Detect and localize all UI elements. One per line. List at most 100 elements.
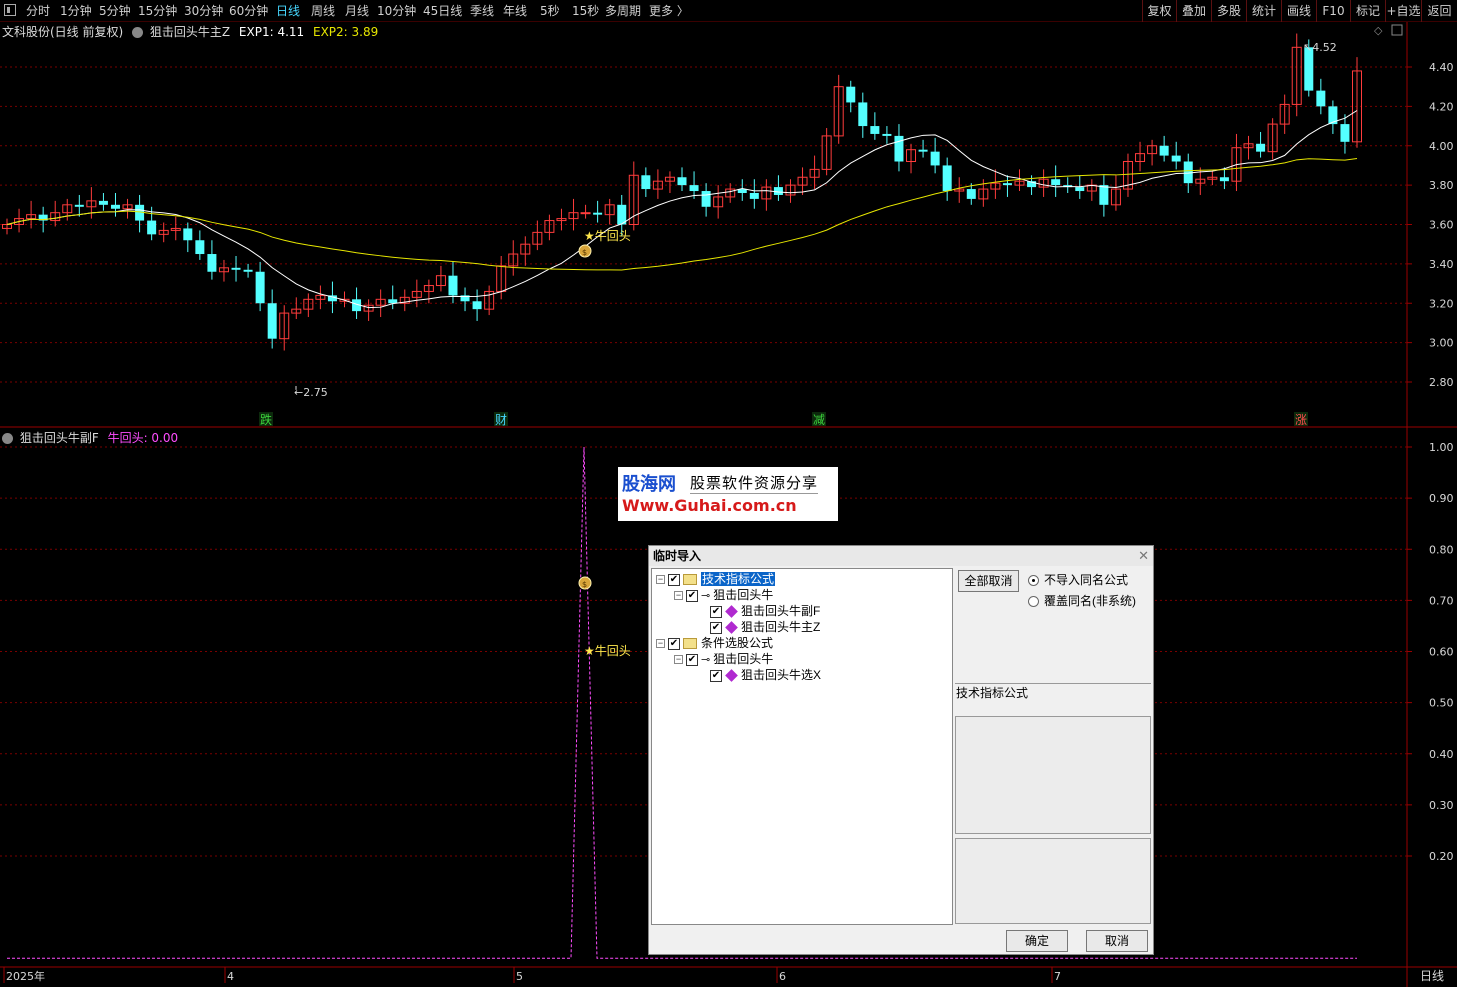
event-mark: 跌 bbox=[260, 412, 272, 427]
cancel-all-button[interactable]: 全部取消 bbox=[958, 570, 1019, 592]
candle-body-down bbox=[701, 191, 711, 207]
tree-checkbox-5[interactable]: ✔ bbox=[668, 637, 680, 650]
toolbar-button-2[interactable]: 叠加 bbox=[1176, 0, 1211, 22]
period-1[interactable]: 分时 bbox=[26, 2, 50, 20]
tree-checkbox-7[interactable]: ✔ bbox=[710, 669, 722, 682]
candle-body-down bbox=[207, 254, 217, 272]
tree-node-5[interactable]: − ✔ 条件选股公式 bbox=[656, 635, 773, 651]
menu-icon[interactable] bbox=[4, 4, 16, 16]
formula-icon bbox=[725, 605, 738, 619]
tree-checkbox-3[interactable]: ✔ bbox=[710, 605, 722, 618]
sub-tick-label: 1.00 bbox=[1429, 441, 1454, 454]
period-7[interactable]: 日线 bbox=[276, 2, 300, 20]
radio-overwrite-icon[interactable] bbox=[1028, 596, 1039, 608]
toolbar-button-9[interactable]: 返回 bbox=[1421, 0, 1457, 22]
tree-node-6[interactable]: − ✔ ⊸ 狙击回头牛 bbox=[674, 651, 773, 667]
tree-checkbox-6[interactable]: ✔ bbox=[686, 653, 698, 666]
period-9[interactable]: 月线 bbox=[345, 2, 369, 20]
period-indicator: 日线 bbox=[1420, 969, 1444, 983]
toolbar-button-6[interactable]: F10 bbox=[1316, 0, 1350, 22]
description-box bbox=[955, 716, 1151, 834]
candle-body-down bbox=[110, 204, 120, 209]
time-axis-label: 5 bbox=[516, 970, 523, 983]
period-12[interactable]: 季线 bbox=[470, 2, 494, 20]
price-tick-label: 3.00 bbox=[1429, 337, 1454, 350]
tree-checkbox-2[interactable]: ✔ bbox=[686, 589, 698, 602]
cancel-button[interactable]: 取消 bbox=[1086, 930, 1148, 952]
dialog-title-text: 临时导入 bbox=[653, 549, 702, 563]
toolbar-button-1[interactable]: 复权 bbox=[1142, 0, 1176, 22]
ma-short-line bbox=[6, 110, 1358, 309]
toolbar-button-3[interactable]: 多股 bbox=[1211, 0, 1246, 22]
tree-node-3[interactable]: ✔ 狙击回头牛副F bbox=[710, 603, 820, 619]
period-6[interactable]: 60分钟 bbox=[229, 2, 268, 20]
candle-body-down bbox=[942, 165, 952, 192]
sub-tick-label: 0.30 bbox=[1429, 799, 1454, 812]
candle-body-down bbox=[894, 135, 904, 162]
price-tick-label: 3.40 bbox=[1429, 258, 1454, 271]
sub-tick-label: 0.50 bbox=[1429, 697, 1454, 710]
tree-expander-2[interactable]: − bbox=[674, 591, 683, 601]
toolbar-button-7[interactable]: 标记 bbox=[1350, 0, 1385, 22]
event-mark: 涨 bbox=[1295, 412, 1307, 427]
sub-tick-label: 0.90 bbox=[1429, 492, 1454, 505]
ok-button[interactable]: 确定 bbox=[1006, 930, 1068, 952]
tree-checkbox-1[interactable]: ✔ bbox=[668, 573, 680, 586]
tree-node-4[interactable]: ✔ 狙击回头牛主Z bbox=[710, 619, 820, 635]
candle-body-down bbox=[930, 151, 940, 166]
dialog-title: 临时导入 bbox=[649, 546, 1153, 566]
low-price-marker: ←2.75 bbox=[294, 386, 328, 399]
period-2[interactable]: 1分钟 bbox=[60, 2, 92, 20]
period-11[interactable]: 45日线 bbox=[423, 2, 462, 20]
period-5[interactable]: 30分钟 bbox=[184, 2, 223, 20]
close-icon[interactable]: ✕ bbox=[1138, 548, 1149, 564]
tree-label-7: 狙击回头牛选X bbox=[741, 668, 822, 682]
candle-body-down bbox=[1002, 183, 1012, 186]
type-label-box: 技术指标公式 bbox=[955, 683, 1151, 715]
period-8[interactable]: 周线 bbox=[311, 2, 335, 20]
tree-expander-6[interactable]: − bbox=[674, 655, 683, 665]
candle-body-down bbox=[689, 185, 699, 192]
period-13[interactable]: 年线 bbox=[503, 2, 527, 20]
tree-checkbox-4[interactable]: ✔ bbox=[710, 621, 722, 634]
key-icon: ⊸ bbox=[701, 589, 711, 602]
tree-node-7[interactable]: ✔ 狙击回头牛选X bbox=[710, 667, 821, 683]
candle-body-down bbox=[74, 204, 84, 207]
tree-expander-1[interactable]: − bbox=[656, 575, 665, 585]
tree-node-1[interactable]: − ✔ 技术指标公式 bbox=[656, 571, 776, 587]
price-tick-label: 3.60 bbox=[1429, 219, 1454, 232]
event-mark: 财 bbox=[495, 413, 507, 427]
formula-icon bbox=[725, 669, 738, 683]
period-17[interactable]: 更多 〉 bbox=[649, 2, 689, 20]
tree-label-5: 条件选股公式 bbox=[701, 636, 774, 650]
radio-overwrite[interactable]: 覆盖同名(非系统) bbox=[1028, 594, 1136, 608]
tree-label-3: 狙击回头牛副F bbox=[741, 604, 821, 618]
sub-signal-label: ★牛回头 bbox=[584, 643, 631, 658]
candle-body-down bbox=[98, 200, 108, 205]
sub-money-bag-symbol: $ bbox=[582, 580, 587, 589]
period-16[interactable]: 多周期 bbox=[605, 2, 641, 20]
toolbar-button-8[interactable]: +自选 bbox=[1385, 0, 1421, 22]
candle-body-down bbox=[1075, 187, 1085, 192]
radio-skip-duplicates[interactable]: 不导入同名公式 bbox=[1028, 573, 1128, 587]
period-10[interactable]: 10分钟 bbox=[377, 2, 416, 20]
tree-expander-5[interactable]: − bbox=[656, 639, 665, 649]
period-14[interactable]: 5秒 bbox=[540, 2, 560, 20]
tree-node-2[interactable]: − ✔ ⊸ 狙击回头牛 bbox=[674, 587, 773, 603]
candle-body-down bbox=[183, 228, 193, 241]
period-15[interactable]: 15秒 bbox=[572, 2, 599, 20]
radio-skip-icon[interactable] bbox=[1028, 575, 1039, 587]
temp-import-dialog: 临时导入 ✕ − ✔ 技术指标公式 − ✔ ⊸ 狙击回头牛 ✔ 狙击回头牛副F ✔ 狙击回头牛主Z −… bbox=[648, 545, 1154, 955]
price-tick-label: 3.80 bbox=[1429, 179, 1454, 192]
period-4[interactable]: 15分钟 bbox=[138, 2, 177, 20]
period-3[interactable]: 5分钟 bbox=[99, 2, 131, 20]
candle-body-down bbox=[231, 267, 241, 270]
sub-tick-label: 0.80 bbox=[1429, 543, 1454, 556]
formula-icon bbox=[725, 621, 738, 635]
toolbar-button-5[interactable]: 画线 bbox=[1281, 0, 1316, 22]
tree-label-2: 狙击回头牛 bbox=[713, 588, 774, 602]
sub-tick-label: 0.70 bbox=[1429, 594, 1454, 607]
time-axis-label: 6 bbox=[779, 970, 786, 983]
toolbar-button-4[interactable]: 统计 bbox=[1246, 0, 1281, 22]
diamond-icon: ◇ bbox=[1374, 24, 1383, 37]
